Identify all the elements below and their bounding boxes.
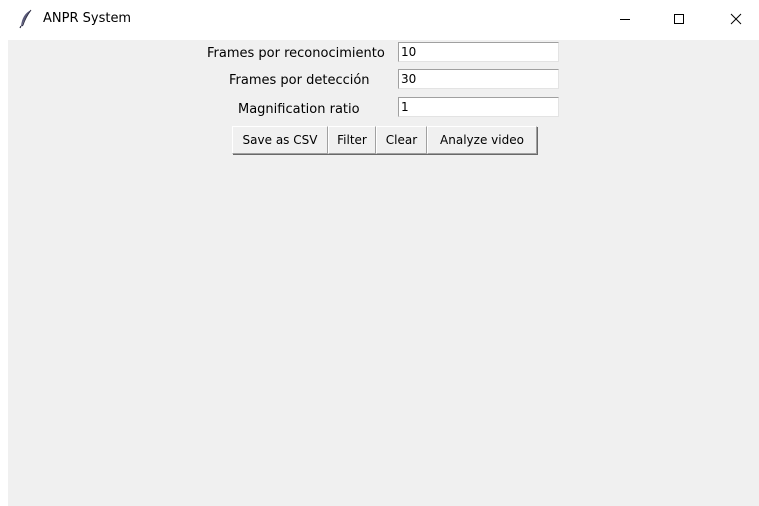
frames-deteccion-input[interactable]: [398, 69, 559, 89]
window-title: ANPR System: [43, 11, 132, 26]
frames-reconocimiento-input[interactable]: [398, 42, 559, 62]
clear-button[interactable]: Clear: [376, 126, 427, 154]
analyze-video-button[interactable]: Analyze video: [427, 126, 537, 154]
maximize-icon: [673, 10, 685, 29]
close-icon: [730, 10, 742, 29]
app-window: ANPR System Frames por reconocimiento Fr…: [0, 0, 759, 506]
client-area: Frames por reconocimiento Frames por det…: [8, 40, 759, 506]
magnification-ratio-input[interactable]: [398, 97, 559, 117]
minimize-icon: [619, 10, 631, 29]
tk-feather-icon: [19, 9, 33, 29]
frames-reconocimiento-label: Frames por reconocimiento: [207, 46, 385, 61]
magnification-ratio-label: Magnification ratio: [238, 102, 360, 117]
minimize-button[interactable]: [602, 0, 648, 38]
filter-button[interactable]: Filter: [328, 126, 376, 154]
maximize-button[interactable]: [656, 0, 702, 38]
close-button[interactable]: [713, 0, 759, 38]
title-bar[interactable]: ANPR System: [0, 0, 759, 38]
save-csv-button[interactable]: Save as CSV: [232, 126, 328, 154]
frames-deteccion-label: Frames por detección: [229, 73, 370, 88]
